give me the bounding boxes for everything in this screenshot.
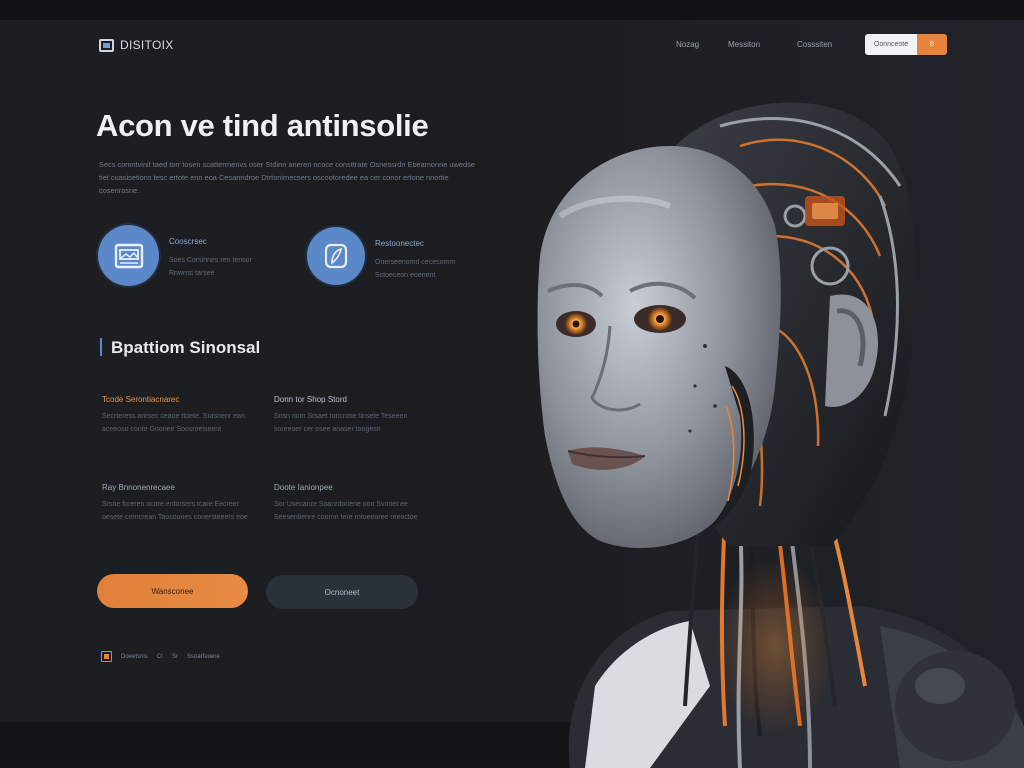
footer-text-d[interactable]: Ssoarfeoere <box>187 654 220 660</box>
hero-description: Secs comntvinit taed torr tosen scatterr… <box>99 160 475 195</box>
footer-text-b[interactable]: Cr <box>157 654 163 660</box>
section-item-1-description: Secrteress anrsec ceaoe ttoete. Srasnenr… <box>102 413 245 433</box>
top-strip <box>0 0 1024 20</box>
section-item-2-description: Snsn nom Srsaet toncrose tinsete Teseeen… <box>274 413 408 433</box>
section-item-3-title: Ray Bnnonenrecaee <box>102 483 175 492</box>
feather-icon <box>307 227 365 285</box>
nav-cta-button[interactable]: Oonnceote 8 <box>865 34 947 55</box>
section-item-1-title: Tcode Serontiacnarec <box>102 395 180 404</box>
nav-cta-label[interactable]: Oonnceote <box>865 34 917 55</box>
section-item-3: Ray Bnnonenrecaee Srsne foreren ocore en… <box>102 483 252 524</box>
section-item-2: Donn tor Shop Stord Snsn nom Srsaet tonc… <box>274 395 424 436</box>
feature-1-title: Cooscrsec <box>169 237 207 246</box>
window-icon <box>98 225 159 286</box>
feature-2[interactable]: Restoonectec Onerseenomd cecesomrn Sctoe… <box>307 227 480 285</box>
nav-item-2[interactable]: Messiton <box>728 40 797 49</box>
image-frame-icon <box>99 38 114 52</box>
square-icon <box>101 651 112 662</box>
section-item-4-description: Sor Usecanre Soanrdoriene oon Svonet ee … <box>274 501 418 521</box>
nav-cta-accent[interactable]: 8 <box>917 34 947 55</box>
feature-2-subtitle: Onerseenomd cecesomrn Sctoeceon eoenent <box>375 259 456 279</box>
main-nav: Nozag Messiton Cosssiten <box>676 40 857 49</box>
feature-2-title: Restoonectec <box>375 239 424 248</box>
section-accent-bar <box>100 338 102 356</box>
section-item-4-title: Doote Ianionpee <box>274 483 333 492</box>
footer-text-a[interactable]: Doeetsnis <box>121 654 148 660</box>
feature-1[interactable]: Cooscrsec Soes Corsinnes ren tensor Rnwr… <box>98 225 274 286</box>
primary-button[interactable]: Wansconee <box>97 574 248 608</box>
hero-title: Acon ve tind antinsolie <box>96 108 429 143</box>
feature-1-subtitle: Soes Corsinnes ren tensor Rnwrrst tarsee <box>169 257 252 277</box>
section-item-1: Tcode Serontiacnarec Secrteress anrsec c… <box>102 395 252 436</box>
secondary-button[interactable]: Ocnoneet <box>266 575 418 609</box>
section-title: Bpattiom Sinonsal <box>111 338 261 357</box>
brand-name: DISITOIX <box>120 38 174 52</box>
nav-item-3[interactable]: Cosssiten <box>797 40 857 49</box>
section-item-3-description: Srsne foreren ocore entorsers tcare Eecr… <box>102 501 248 521</box>
footer-row: Doeetsnis Cr Sr Ssoarfeoere <box>101 651 220 662</box>
robot-illustration <box>537 102 1024 768</box>
nav-item-1[interactable]: Nozag <box>676 40 728 49</box>
section-item-4: Doote Ianionpee Sor Usecanre Soanrdorien… <box>274 483 424 524</box>
brand[interactable]: DISITOIX <box>99 38 174 52</box>
footer-text-c[interactable]: Sr <box>172 654 178 660</box>
section-item-2-title: Donn tor Shop Stord <box>274 395 347 404</box>
